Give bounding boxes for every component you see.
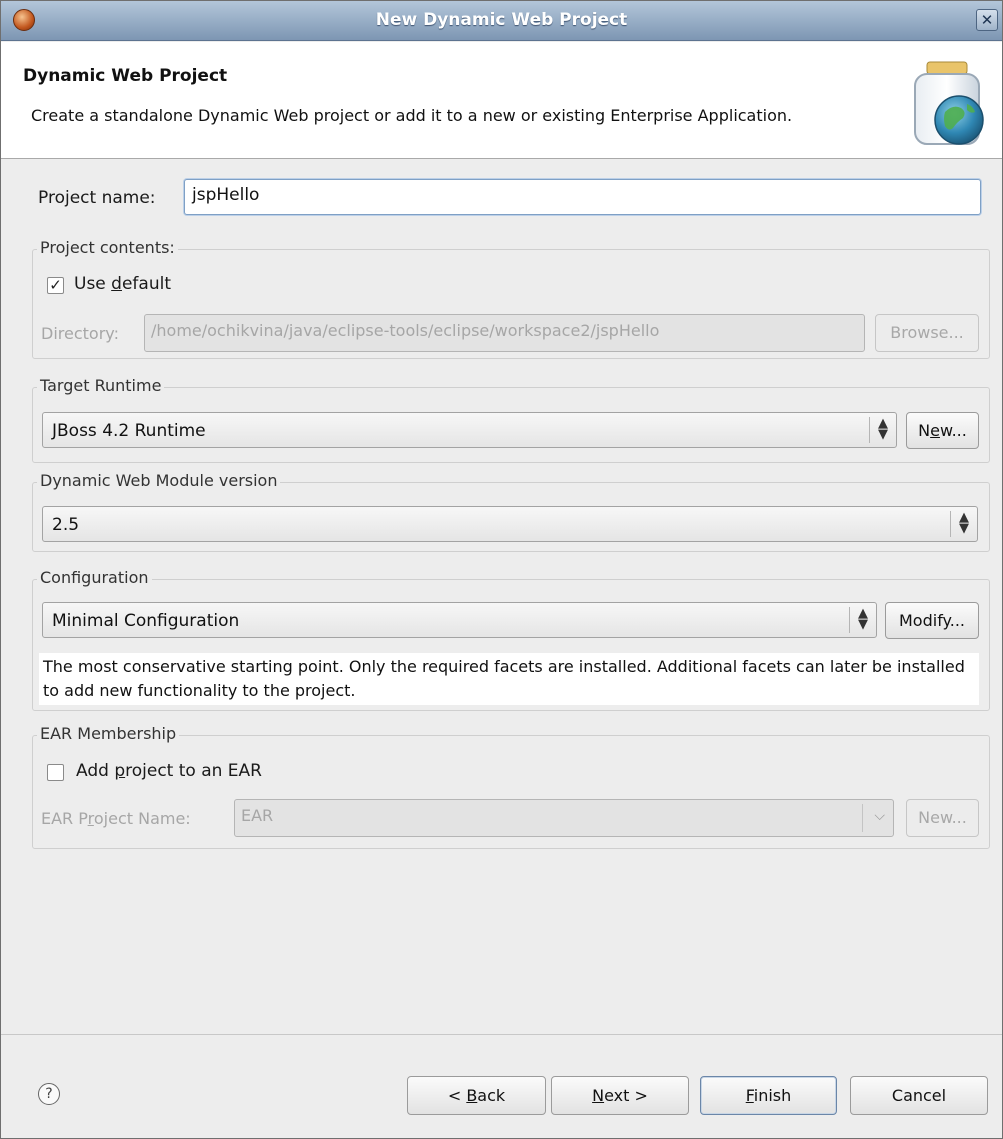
project-name-input[interactable]: jspHello <box>184 179 981 215</box>
module-version-title: Dynamic Web Module version <box>37 471 281 490</box>
add-to-ear-label[interactable]: Add project to an EAR <box>76 761 262 781</box>
directory-input[interactable]: /home/ochikvina/java/eclipse-tools/eclip… <box>144 314 865 352</box>
updown-arrow-icon: ▲ ▼ <box>858 606 868 632</box>
window-title: New Dynamic Web Project <box>375 10 628 30</box>
target-runtime-value: JBoss 4.2 Runtime <box>52 421 206 441</box>
directory-label: Directory: <box>41 324 119 343</box>
target-runtime-select[interactable]: JBoss 4.2 Runtime ▲ ▼ <box>42 412 897 448</box>
help-icon[interactable]: ? <box>38 1083 60 1105</box>
project-contents-title: Project contents: <box>37 238 178 257</box>
configuration-value: Minimal Configuration <box>52 611 240 631</box>
new-runtime-button[interactable]: New... <box>906 412 979 449</box>
page-title: Dynamic Web Project <box>23 66 228 86</box>
configuration-description: The most conservative starting point. On… <box>39 653 979 705</box>
page-description: Create a standalone Dynamic Web project … <box>31 106 793 125</box>
jar-globe-icon <box>914 61 984 145</box>
dialog-window: New Dynamic Web Project ✕ Dynamic Web Pr… <box>0 0 1003 1139</box>
use-default-checkbox[interactable]: ✓ <box>47 277 64 294</box>
configuration-select[interactable]: Minimal Configuration ▲ ▼ <box>42 602 877 638</box>
close-button[interactable]: ✕ <box>976 9 998 31</box>
updown-arrow-icon: ▲ ▼ <box>878 416 888 442</box>
updown-arrow-icon: ▲ ▼ <box>959 510 969 536</box>
ear-project-name-combo[interactable]: EAR ⌵ <box>234 799 894 837</box>
finish-button[interactable]: Finish <box>700 1076 837 1115</box>
browse-button[interactable]: Browse... <box>875 314 979 352</box>
module-version-value: 2.5 <box>52 515 80 535</box>
ear-project-name-label: EAR Project Name: <box>41 809 191 828</box>
back-button[interactable]: < Back <box>407 1076 546 1115</box>
target-runtime-title: Target Runtime <box>37 376 165 395</box>
modify-button[interactable]: Modify... <box>885 602 979 639</box>
ear-membership-title: EAR Membership <box>37 724 180 743</box>
wizard-header: Dynamic Web Project Create a standalone … <box>1 42 1002 159</box>
title-bar[interactable]: New Dynamic Web Project ✕ <box>1 1 1002 41</box>
ear-project-name-value: EAR <box>241 806 274 825</box>
ear-new-button[interactable]: New... <box>906 799 979 837</box>
project-name-label: Project name: <box>38 188 156 208</box>
chevron-down-icon: ⌵ <box>874 808 885 824</box>
next-button[interactable]: Next > <box>551 1076 689 1115</box>
cancel-button[interactable]: Cancel <box>850 1076 988 1115</box>
module-version-select[interactable]: 2.5 ▲ ▼ <box>42 506 978 542</box>
use-default-label[interactable]: Use default <box>74 274 171 294</box>
add-to-ear-checkbox[interactable] <box>47 764 64 781</box>
configuration-title: Configuration <box>37 568 152 587</box>
